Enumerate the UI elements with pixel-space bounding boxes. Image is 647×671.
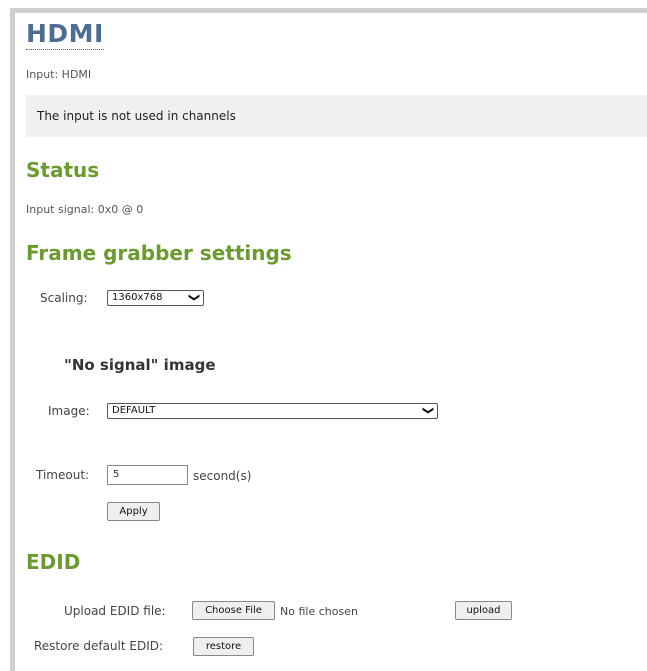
left-border: [10, 8, 15, 671]
scaling-label: Scaling:: [40, 291, 88, 305]
image-select-value: DEFAULT: [112, 405, 156, 416]
input-name-text: Input: HDMI: [26, 68, 92, 81]
input-signal-text: Input signal: 0x0 @ 0: [26, 203, 144, 216]
top-border: [10, 8, 647, 13]
timeout-label: Timeout:: [36, 468, 90, 482]
upload-edid-label: Upload EDID file:: [64, 604, 166, 618]
image-select[interactable]: DEFAULT ❯: [107, 403, 438, 419]
chevron-down-icon: ❯: [421, 405, 435, 416]
scaling-select-value: 1360x768: [112, 292, 163, 303]
timeout-input[interactable]: 5: [107, 465, 188, 485]
channel-notice-text: The input is not used in channels: [37, 109, 236, 123]
image-label: Image:: [48, 404, 90, 418]
status-heading: Status: [26, 158, 100, 182]
channel-notice: The input is not used in channels: [26, 95, 647, 137]
no-signal-heading: "No signal" image: [64, 356, 216, 374]
upload-button[interactable]: upload: [455, 601, 512, 620]
no-file-text: No file chosen: [280, 605, 358, 618]
restore-edid-label: Restore default EDID:: [34, 639, 164, 653]
page-title: HDMI: [26, 19, 104, 50]
apply-button[interactable]: Apply: [107, 502, 160, 521]
frame-grabber-heading: Frame grabber settings: [26, 241, 292, 265]
timeout-unit-label: second(s): [193, 469, 252, 483]
chevron-down-icon: ❯: [187, 292, 201, 303]
restore-button[interactable]: restore: [193, 637, 254, 656]
edid-heading: EDID: [26, 550, 81, 574]
scaling-select[interactable]: 1360x768 ❯: [107, 290, 204, 306]
choose-file-button[interactable]: Choose File: [192, 601, 275, 620]
timeout-input-value: 5: [113, 469, 120, 480]
